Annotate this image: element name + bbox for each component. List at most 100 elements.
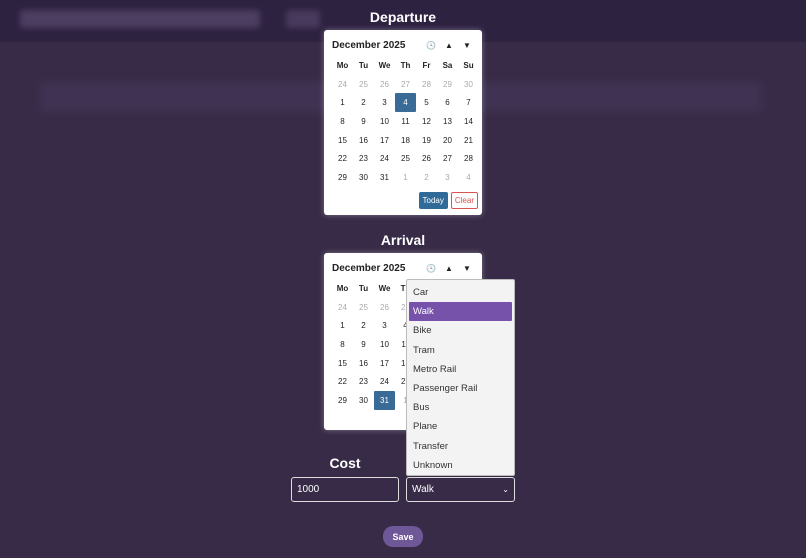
day-cell[interactable]: 28	[416, 75, 437, 94]
day-cell[interactable]: 26	[374, 298, 395, 317]
day-cell[interactable]: 16	[353, 131, 374, 150]
day-cell[interactable]: 18	[395, 131, 416, 150]
day-cell[interactable]: 4	[395, 93, 416, 113]
day-cell[interactable]: 17	[374, 131, 395, 150]
day-cell[interactable]: 3	[437, 168, 458, 187]
day-cell[interactable]: 3	[374, 93, 395, 112]
day-cell[interactable]: 30	[353, 168, 374, 187]
weekday-label: Fr	[422, 60, 431, 70]
day-cell[interactable]: 4	[458, 168, 479, 187]
cost-label: Cost	[329, 455, 361, 471]
mode-dropdown: Car Walk Bike Tram Metro Rail Passenger Rail B…	[406, 279, 515, 476]
clear-button[interactable]: Clear	[450, 191, 478, 209]
day-cell[interactable]: 27	[395, 75, 416, 94]
option-walk[interactable]: Walk	[409, 302, 512, 322]
day-cell[interactable]: 17	[374, 354, 395, 373]
day-cell[interactable]: 30	[458, 75, 479, 94]
day-cell[interactable]: 9	[353, 335, 374, 354]
day-cell[interactable]: 15	[332, 354, 353, 373]
day-cell[interactable]: 8	[332, 112, 353, 131]
day-cell[interactable]: 1	[332, 316, 353, 335]
weekday-label: Th	[400, 60, 411, 70]
day-cell[interactable]: 19	[416, 131, 437, 150]
day-cell[interactable]: 2	[353, 316, 374, 335]
departure-title: Departure	[369, 9, 437, 25]
day-cell[interactable]: 1	[395, 168, 416, 187]
day-cell[interactable]: 30	[353, 391, 374, 410]
day-cell[interactable]: 25	[395, 149, 416, 168]
day-cell[interactable]: 24	[332, 75, 353, 94]
day-cell[interactable]: 29	[437, 75, 458, 94]
day-cell[interactable]: 26	[374, 75, 395, 94]
day-cell[interactable]: 26	[416, 149, 437, 168]
day-cell[interactable]: 8	[332, 335, 353, 354]
day-cell[interactable]: 21	[458, 131, 479, 150]
day-cell[interactable]: 5	[416, 93, 437, 112]
day-cell[interactable]: 29	[332, 391, 353, 410]
day-cell[interactable]: 11	[395, 112, 416, 131]
day-cell[interactable]: 2	[416, 168, 437, 187]
day-cell[interactable]: 20	[437, 131, 458, 150]
day-cell[interactable]: 1	[332, 93, 353, 112]
option-metro-rail[interactable]: Metro Rail	[409, 360, 512, 379]
mode-select[interactable]: Walk ⌄	[406, 477, 515, 502]
day-cell[interactable]: 23	[353, 372, 374, 391]
day-cell[interactable]: 24	[332, 298, 353, 317]
arrival-title: Arrival	[380, 232, 426, 248]
chevron-up-icon[interactable]: ▲	[442, 261, 456, 275]
day-cell[interactable]: 16	[353, 354, 374, 373]
day-cell[interactable]: 22	[332, 149, 353, 168]
day-cell[interactable]: 13	[437, 112, 458, 131]
day-cell[interactable]: 3	[374, 316, 395, 335]
weekday-label: Mo	[336, 283, 349, 293]
today-button[interactable]: Today	[418, 191, 448, 209]
day-cell[interactable]: 27	[437, 149, 458, 168]
chevron-down-icon[interactable]: ▼	[460, 261, 474, 275]
day-cell[interactable]: 9	[353, 112, 374, 131]
chevron-down-icon: ⌄	[502, 485, 509, 494]
calendar-footer: Today Clear	[328, 191, 478, 209]
day-cell[interactable]: 23	[353, 149, 374, 168]
day-cell[interactable]: 12	[416, 112, 437, 131]
weekday-label: Tu	[358, 60, 369, 70]
day-cell[interactable]: 7	[458, 93, 479, 112]
day-cell[interactable]: 10	[374, 335, 395, 354]
day-cell[interactable]: 10	[374, 112, 395, 131]
option-plane[interactable]: Plane	[409, 417, 512, 436]
weekday-label: Mo	[336, 60, 349, 70]
option-bike[interactable]: Bike	[409, 321, 512, 340]
day-cell[interactable]: 29	[332, 168, 353, 187]
option-car[interactable]: Car	[409, 283, 512, 302]
calendar-grid: MoTuWeThFrSaSu24252627282930123456789101…	[332, 56, 478, 187]
cost-input[interactable]: 1000	[291, 477, 399, 502]
day-cell[interactable]: 6	[437, 93, 458, 112]
calendar-header: December 2025 🕓 ▲ ▼	[328, 261, 478, 275]
day-cell[interactable]: 25	[353, 75, 374, 94]
clock-icon[interactable]: 🕓	[424, 261, 438, 275]
day-cell[interactable]: 28	[458, 149, 479, 168]
departure-calendar: December 2025 🕓 ▲ ▼ Mo Tu We Th Fr Sa Su 24 25 26…	[324, 30, 482, 215]
option-bus[interactable]: Bus	[409, 398, 512, 417]
day-cell[interactable]: 15	[332, 131, 353, 150]
mode-select-value: Walk	[412, 484, 434, 495]
chevron-up-icon[interactable]: ▲	[442, 38, 456, 52]
day-cell[interactable]: 24	[374, 372, 395, 391]
clock-icon[interactable]: 🕓	[424, 38, 438, 52]
option-transfer[interactable]: Transfer	[409, 437, 512, 456]
day-cell[interactable]: 24	[374, 149, 395, 168]
day-cell[interactable]: 31	[374, 168, 395, 187]
day-cell[interactable]: 31	[374, 391, 395, 410]
day-cell[interactable]: 2	[353, 93, 374, 112]
option-tram[interactable]: Tram	[409, 341, 512, 360]
month-label[interactable]: December 2025	[332, 40, 420, 51]
weekday-label: Su	[463, 60, 474, 70]
day-cell[interactable]: 14	[458, 112, 479, 131]
save-button[interactable]: Save	[383, 526, 423, 547]
weekday-label: We	[378, 283, 391, 293]
option-unknown[interactable]: Unknown	[409, 456, 512, 475]
chevron-down-icon[interactable]: ▼	[460, 38, 474, 52]
day-cell[interactable]: 22	[332, 372, 353, 391]
day-cell[interactable]: 25	[353, 298, 374, 317]
option-passenger-rail[interactable]: Passenger Rail	[409, 379, 512, 398]
month-label[interactable]: December 2025	[332, 263, 420, 274]
